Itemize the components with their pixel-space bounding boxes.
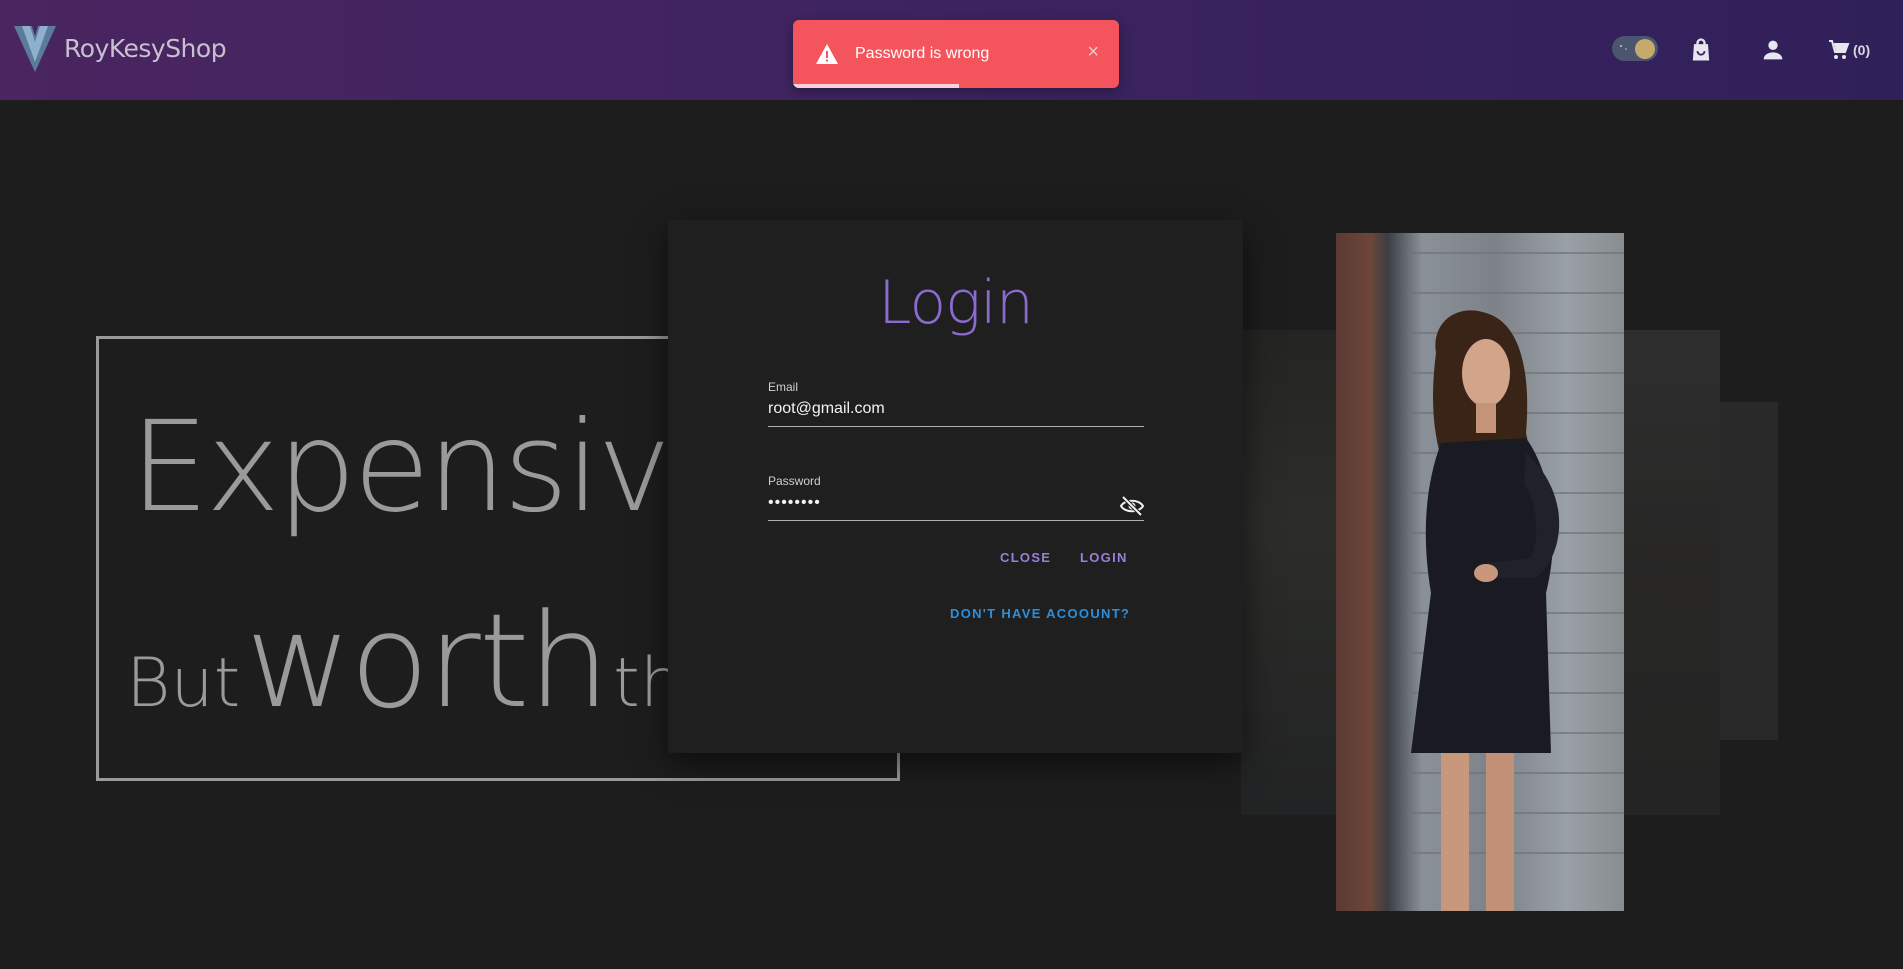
password-input[interactable]	[768, 492, 1144, 521]
login-button[interactable]: LOGIN	[1080, 550, 1128, 565]
account-icon[interactable]	[1759, 36, 1787, 64]
stars-icon	[1620, 45, 1627, 50]
cart-count: (0)	[1853, 42, 1871, 58]
shopping-bag-icon[interactable]	[1687, 36, 1715, 64]
hero-headline: Expensive	[130, 395, 745, 540]
model-photo	[1336, 233, 1624, 911]
password-label: Password	[768, 474, 821, 488]
collage-photo-far-right	[1720, 402, 1778, 740]
brand-name[interactable]: RoyKesyShop	[64, 34, 227, 63]
toast-close-button[interactable]: ×	[1087, 40, 1099, 64]
toggle-knob	[1635, 39, 1655, 59]
close-button[interactable]: CLOSE	[1000, 550, 1051, 565]
cart-icon	[1829, 40, 1850, 59]
hero-word-worth: worth	[245, 585, 610, 737]
model-figure-image	[1406, 252, 1624, 911]
password-field: Password	[768, 474, 1144, 521]
toast-progress	[793, 84, 960, 88]
warning-icon	[816, 44, 838, 64]
theme-toggle[interactable]	[1612, 36, 1658, 61]
cart-button[interactable]: (0)	[1827, 36, 1870, 64]
login-title: Login	[878, 268, 1034, 338]
error-toast: Password is wrong ×	[793, 20, 1119, 88]
email-input[interactable]	[768, 398, 1144, 427]
eye-off-icon[interactable]	[1120, 494, 1144, 518]
collage-photo-right	[1620, 330, 1720, 815]
collage-photo-left	[1241, 330, 1341, 815]
login-dialog: Login Email Password CLOSE LOGIN DON'T H…	[668, 220, 1243, 753]
toast-message: Password is wrong	[855, 45, 990, 62]
hero-word-but: But	[126, 644, 241, 723]
hero-subline: But worth the	[126, 585, 725, 737]
register-link[interactable]: DON'T HAVE ACOOUNT?	[950, 606, 1130, 621]
vuetify-logo-icon[interactable]	[14, 24, 56, 74]
email-label: Email	[768, 380, 799, 394]
email-field: Email	[768, 380, 1144, 427]
